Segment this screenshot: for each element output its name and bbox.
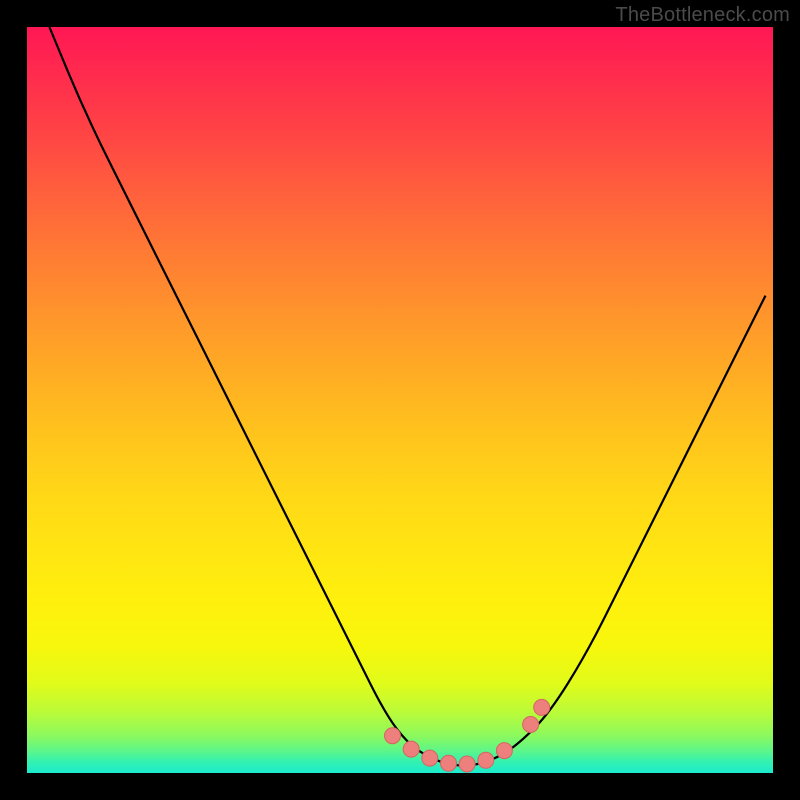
bottleneck-curve: [49, 27, 765, 766]
watermark-text: TheBottleneck.com: [615, 4, 790, 27]
curve-marker: [385, 728, 401, 744]
markers-group: [385, 699, 550, 772]
curve-marker: [422, 750, 438, 766]
curve-marker: [478, 752, 494, 768]
curve-marker: [496, 743, 512, 759]
curve-marker: [459, 756, 475, 772]
chart-svg: [27, 27, 773, 773]
chart-frame: TheBottleneck.com: [0, 0, 800, 800]
curve-marker: [441, 755, 457, 771]
curve-marker: [403, 741, 419, 757]
curve-marker: [523, 717, 539, 733]
curve-marker: [534, 699, 550, 715]
